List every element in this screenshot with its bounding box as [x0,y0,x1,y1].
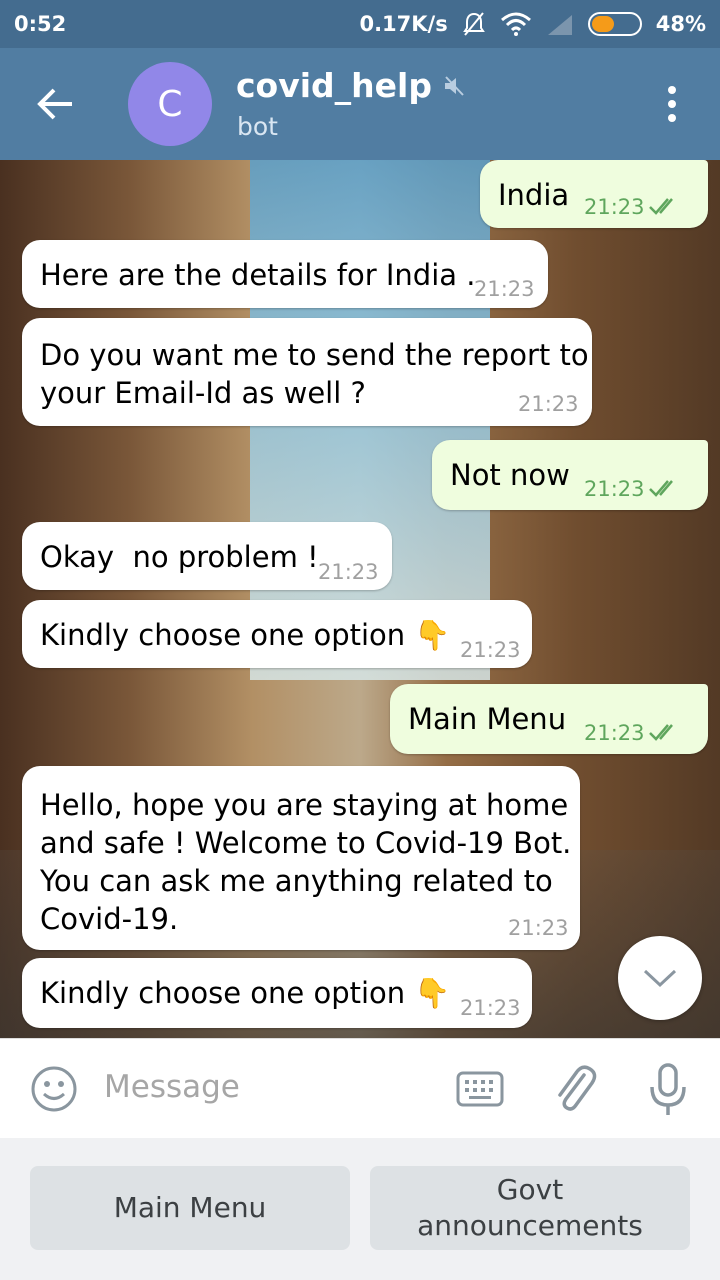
message-time: 21:23 [318,560,379,584]
message-text: India [498,178,570,212]
message-bubble-incoming[interactable]: Do you want me to send the report to you… [22,318,592,426]
message-text: Not now [450,458,570,492]
message-text: Do you want me to send the report to you… [40,338,589,410]
message-text: Kindly choose one option 👇 [40,976,451,1010]
chat-subtitle: bot [237,112,278,141]
message-text: Okay no problem ! [40,540,319,574]
message-time: 21:23 [474,277,535,301]
avatar[interactable]: C [128,62,212,146]
message-text: Hello, hope you are staying at home and … [40,788,572,936]
emoji-icon[interactable] [30,1065,78,1113]
microphone-icon[interactable] [648,1063,688,1117]
message-time: 21:23 [584,721,645,745]
message-text: Here are the details for India . [40,258,476,292]
bot-reply-keyboard: Main Menu Govt announcements [0,1138,720,1280]
muted-speaker-icon [445,75,464,96]
attach-paperclip-icon[interactable] [550,1061,600,1117]
more-options-icon[interactable] [656,82,688,126]
keyboard-button-govt-announcements[interactable]: Govt announcements [370,1166,690,1250]
scroll-to-bottom-button[interactable] [618,936,702,1020]
double-check-icon [649,198,673,215]
message-bubble-incoming[interactable]: Kindly choose one option 👇 21:23 [22,958,532,1028]
back-arrow-icon[interactable] [34,82,78,126]
message-time: 21:23 [584,477,645,501]
message-bubble-incoming[interactable]: Hello, hope you are staying at home and … [22,766,580,950]
status-bar: 0:52 0.17K/s 48% [0,0,720,48]
message-time: 21:23 [518,392,579,416]
chat-header: C covid_help bot [0,48,720,160]
status-time: 0:52 [14,12,67,36]
chat-area[interactable]: India 21:23 Here are the details for Ind… [0,160,720,1038]
message-time: 21:23 [508,916,569,940]
message-time: 21:23 [584,195,645,219]
bot-keyboard-icon[interactable] [456,1069,504,1109]
keyboard-button-label: Main Menu [113,1191,267,1224]
keyboard-button-label: Govt announcements [417,1173,643,1242]
message-time: 21:23 [460,638,521,662]
battery-level-fill [591,16,614,32]
message-input[interactable]: Message [104,1069,240,1105]
message-bubble-incoming[interactable]: Kindly choose one option 👇 21:23 [22,600,532,668]
double-check-icon [649,724,673,741]
message-input-bar: Message [0,1038,720,1138]
message-bubble-outgoing[interactable]: Not now 21:23 [432,440,708,510]
message-time: 21:23 [460,996,521,1020]
net-speed: 0.17K/s [359,12,448,36]
message-bubble-incoming[interactable]: Okay no problem ! 21:23 [22,522,392,590]
message-bubble-incoming[interactable]: Here are the details for India . 21:23 [22,240,548,308]
keyboard-button-main-menu[interactable]: Main Menu [30,1166,350,1250]
message-text: Kindly choose one option 👇 [40,618,451,652]
chevron-down-icon [643,969,677,988]
chat-title-row[interactable]: covid_help [236,66,466,105]
signal-icon [547,15,572,35]
message-bubble-outgoing[interactable]: India 21:23 [480,160,708,228]
double-check-icon [649,480,673,497]
chat-title: covid_help [236,66,432,105]
wifi-icon [500,12,531,36]
status-right: 0.17K/s 48% [359,11,706,37]
battery-icon [587,12,642,36]
message-text: Main Menu [408,702,567,736]
message-bubble-outgoing[interactable]: Main Menu 21:23 [390,684,708,754]
battery-percent: 48% [655,12,706,36]
mute-notifications-icon [462,12,485,36]
